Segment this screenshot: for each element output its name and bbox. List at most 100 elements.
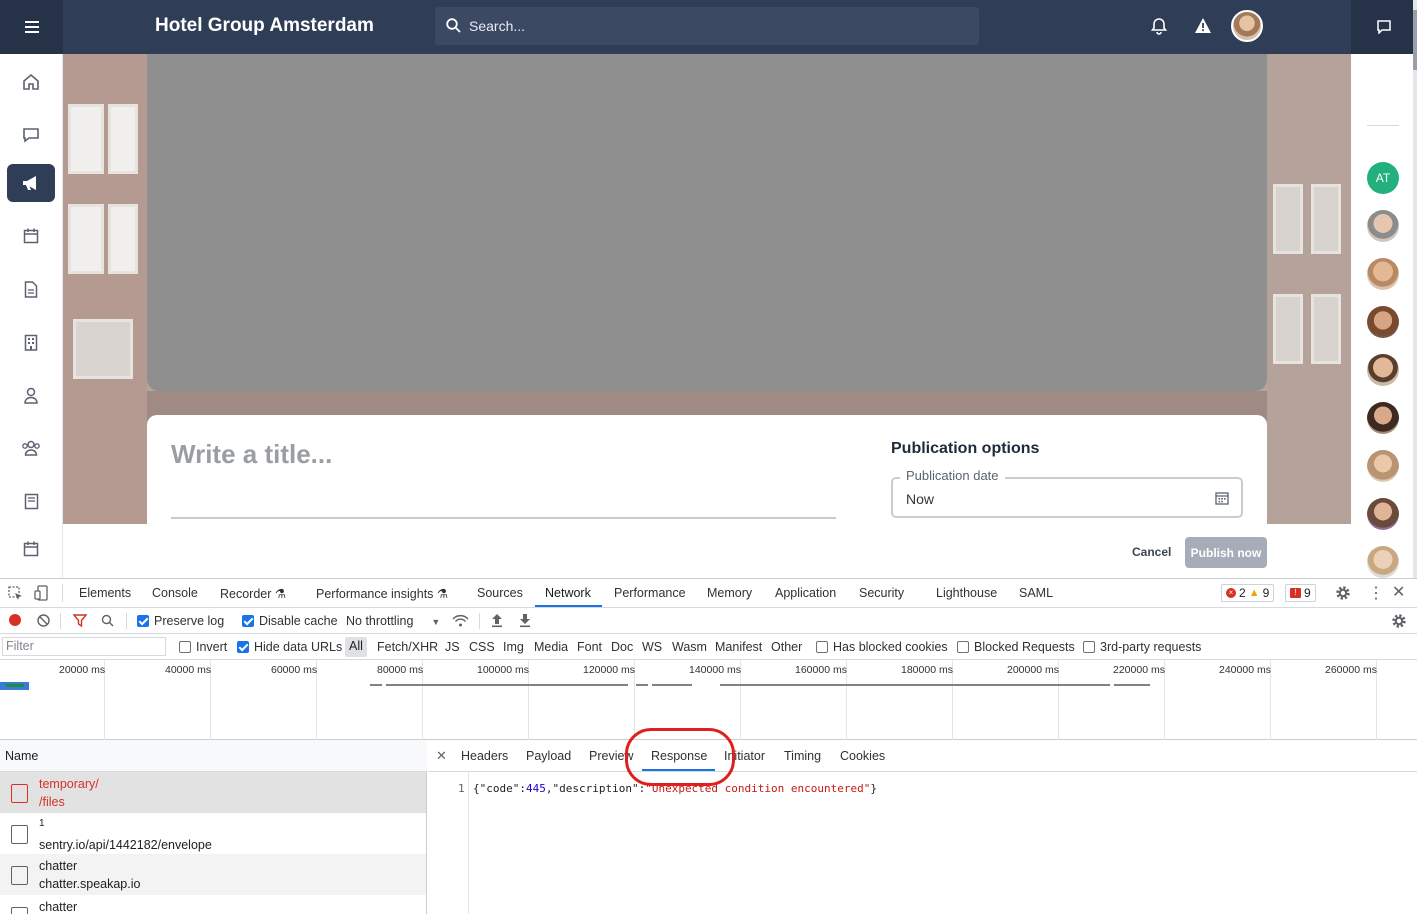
checkbox[interactable] [816,641,828,653]
user-avatar[interactable] [1367,210,1399,242]
user-avatar[interactable] [1367,258,1399,290]
user-avatar[interactable] [1367,450,1399,482]
user-avatar[interactable]: AT [1367,162,1399,194]
filter-type-wasm[interactable]: Wasm [672,640,707,654]
filter-type-all[interactable]: All [345,637,367,657]
filter-type-ws[interactable]: WS [642,640,662,654]
filter-type-doc[interactable]: Doc [611,640,633,654]
menu-button[interactable] [0,0,63,54]
checkbox[interactable] [179,641,191,653]
bell-icon[interactable] [1150,17,1168,40]
tab-security[interactable]: Security [859,586,904,600]
network-conditions-icon[interactable] [452,614,469,628]
group-icon[interactable] [7,429,55,467]
chat-icon[interactable] [7,116,55,154]
search-input[interactable]: Search... [435,7,979,45]
invert-checkbox[interactable]: Invert [179,640,227,654]
has-blocked-cookies-checkbox[interactable]: Has blocked cookies [816,640,948,654]
tab-saml[interactable]: SAML [1019,586,1053,600]
preserve-log-checkbox[interactable]: Preserve log [137,614,224,628]
tab-response[interactable]: Response [651,749,707,763]
table-row[interactable]: temporary/ /files [0,772,426,813]
record-icon[interactable] [9,614,21,626]
tab-memory[interactable]: Memory [707,586,752,600]
filter-type-css[interactable]: CSS [469,640,495,654]
tab-payload[interactable]: Payload [526,749,571,763]
response-body[interactable]: {"code":445,"description":"Unexpected co… [473,782,877,795]
person-icon[interactable] [7,376,55,414]
filter-type-media[interactable]: Media [534,640,568,654]
tab-sources[interactable]: Sources [477,586,523,600]
checkbox[interactable] [1083,641,1095,653]
document-icon[interactable] [7,270,55,308]
calendar-icon[interactable] [7,217,55,255]
tab-lighthouse[interactable]: Lighthouse [936,586,997,600]
publication-date-field[interactable]: Now [891,477,1243,518]
tab-recorder[interactable]: Recorder ⚗ [220,586,286,601]
cancel-button[interactable]: Cancel [1132,545,1171,559]
tab-initiator[interactable]: Initiator [724,749,765,763]
disable-cache-checkbox[interactable]: Disable cache [242,614,338,628]
tab-performance[interactable]: Performance [614,586,686,600]
close-icon[interactable]: ✕ [1392,582,1405,602]
tab-application[interactable]: Application [775,586,836,600]
publish-now-button[interactable]: Publish now [1185,537,1267,568]
filter-type-img[interactable]: Img [503,640,524,654]
user-avatar[interactable] [1231,10,1263,42]
tab-headers[interactable]: Headers [461,749,508,763]
filter-icon[interactable] [73,614,87,627]
user-avatar[interactable] [1367,498,1399,530]
network-timeline-overview[interactable]: 20000 ms 40000 ms 60000 ms 80000 ms 1000… [0,660,1417,740]
chat-toggle-button[interactable] [1351,0,1417,54]
search-icon[interactable] [101,614,114,627]
gear-icon[interactable] [1335,585,1351,601]
more-options-icon[interactable]: ⋮ [1368,583,1384,603]
post-title-input[interactable]: Write a title... [171,439,332,470]
clear-icon[interactable] [37,614,50,627]
checkbox[interactable] [137,615,149,627]
tab-performance-insights[interactable]: Performance insights ⚗ [316,586,448,601]
download-icon[interactable] [519,613,531,628]
table-row[interactable]: chatter chatter.speakap.io [0,854,426,895]
third-party-requests-checkbox[interactable]: 3rd-party requests [1083,640,1201,654]
filter-input[interactable]: Filter [2,637,166,656]
filter-type-other[interactable]: Other [771,640,802,654]
upload-icon[interactable] [491,613,503,628]
close-icon[interactable]: ✕ [436,748,447,764]
checkbox[interactable] [237,641,249,653]
checkbox[interactable] [242,615,254,627]
gear-icon[interactable] [1391,613,1407,629]
filter-type-font[interactable]: Font [577,640,602,654]
tab-console[interactable]: Console [152,586,198,600]
calendar-icon[interactable] [1215,491,1229,505]
filter-type-js[interactable]: JS [445,640,460,654]
throttling-select[interactable]: No throttling ▼ [346,614,440,628]
blocked-requests-checkbox[interactable]: Blocked Requests [957,640,1075,654]
tab-network[interactable]: Network [545,586,591,600]
table-row[interactable]: chatter [0,895,426,914]
inspect-element-icon[interactable] [8,586,23,601]
page-scrollbar[interactable] [1413,0,1417,578]
cover-image-placeholder[interactable] [147,54,1267,391]
tab-cookies[interactable]: Cookies [840,749,885,763]
user-avatar[interactable] [1367,354,1399,386]
page-scrollbar-thumb[interactable] [1413,10,1417,70]
device-toolbar-icon[interactable] [34,585,49,601]
megaphone-icon[interactable] [7,164,55,202]
issues-badge[interactable]: ! 9 [1285,584,1316,602]
user-avatar[interactable] [1367,546,1399,578]
filter-type-fetch-xhr[interactable]: Fetch/XHR [377,640,438,654]
name-column-header[interactable]: Name [0,740,427,772]
tab-preview[interactable]: Preview [589,749,633,763]
console-counts-badge[interactable]: × 2 ▲ 9 [1221,584,1275,602]
checkbox[interactable] [957,641,969,653]
user-avatar[interactable] [1367,306,1399,338]
tab-elements[interactable]: Elements [79,586,131,600]
calendar-icon[interactable] [7,530,55,568]
home-icon[interactable] [7,63,55,101]
user-avatar[interactable] [1367,402,1399,434]
book-icon[interactable] [7,482,55,520]
table-row[interactable]: 1 sentry.io/api/1442182/envelope [0,813,426,854]
hide-data-urls-checkbox[interactable]: Hide data URLs [237,640,342,654]
warning-icon[interactable] [1194,17,1212,39]
